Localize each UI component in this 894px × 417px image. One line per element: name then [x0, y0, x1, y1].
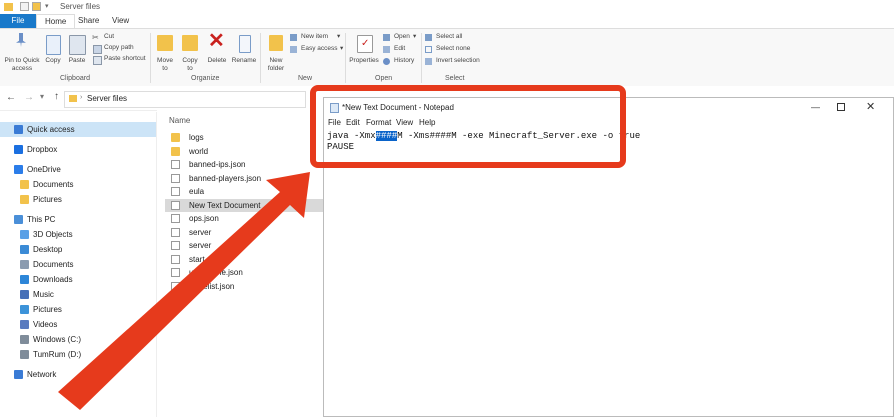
annotation-arrow-layer [58, 172, 310, 410]
annotation-arrow-icon [58, 172, 310, 410]
